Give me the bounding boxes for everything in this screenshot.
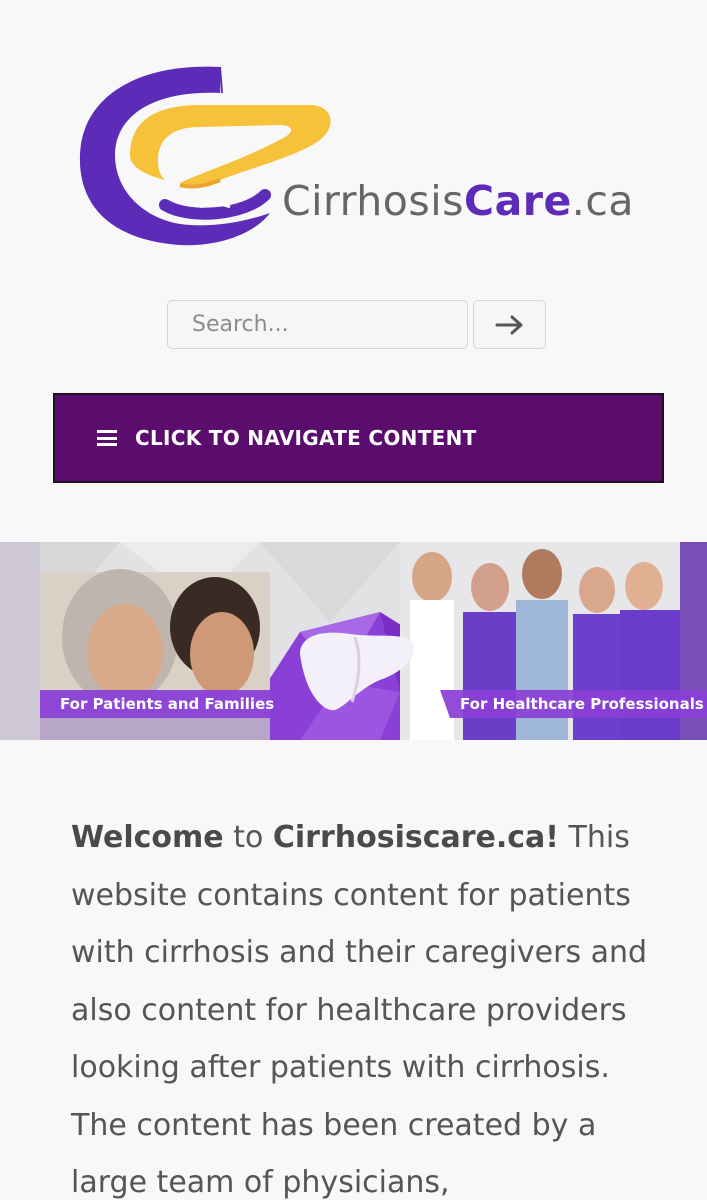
navigate-content-button[interactable]: CLICK TO NAVIGATE CONTENT — [53, 393, 664, 483]
hamburger-menu-icon — [97, 430, 117, 446]
hero-banner: For Patients and Families For Healthcare… — [0, 542, 707, 740]
intro-body: This website contains content for patien… — [71, 820, 648, 1200]
intro-site-name: Cirrhosiscare.ca! — [272, 820, 559, 855]
logo-text-suffix: .ca — [571, 177, 634, 225]
site-logo[interactable]: CirrhosisCare.ca — [70, 55, 650, 255]
arrow-right-icon — [495, 315, 522, 334]
search-submit-button[interactable] — [473, 300, 546, 349]
search-form — [167, 300, 547, 349]
patients-families-link[interactable]: For Patients and Families — [60, 695, 274, 713]
intro-paragraph: Welcome to Cirrhosiscare.ca! This websit… — [71, 809, 661, 1200]
intro-welcome: Welcome — [71, 820, 224, 855]
intro-to: to — [223, 820, 273, 855]
logo-text-regular: Cirrhosis — [282, 177, 464, 225]
healthcare-professionals-link[interactable]: For Healthcare Professionals — [460, 695, 704, 713]
page: CirrhosisCare.ca CLICK TO NAVIGATE CONTE… — [0, 0, 707, 1200]
navigate-content-label: CLICK TO NAVIGATE CONTENT — [135, 426, 477, 450]
logo-mark-icon — [79, 66, 331, 246]
logo-text-bold: Care — [463, 177, 572, 225]
search-input[interactable] — [167, 300, 468, 349]
logo-text: CirrhosisCare.ca — [282, 181, 634, 222]
